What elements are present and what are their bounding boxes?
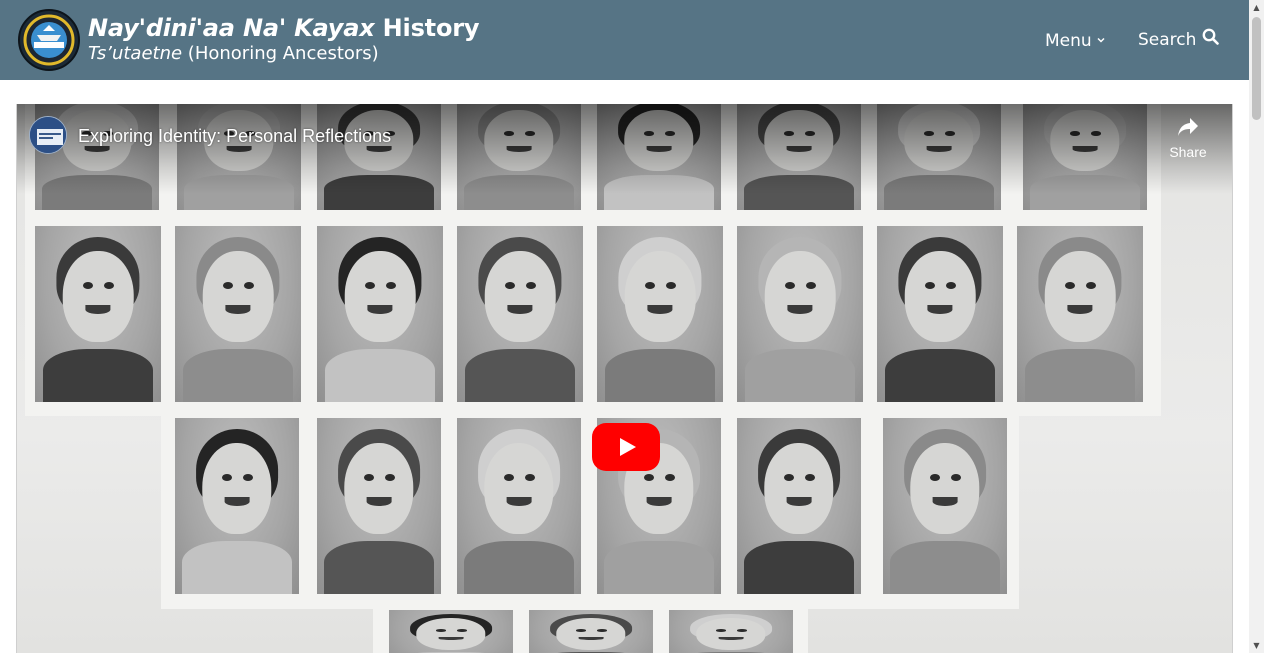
page-scrollbar[interactable]: ▲ ▼ [1249,0,1264,653]
play-icon [620,438,636,456]
scroll-up-arrow-icon[interactable]: ▲ [1249,0,1264,15]
student-portrait [389,610,513,653]
site-brand[interactable]: Nay'dini'aa Na' Kayax History Ts’utaetne… [88,12,480,66]
student-portrait [737,418,861,594]
share-button[interactable]: Share [1164,116,1212,161]
student-portrait [669,610,793,653]
student-portrait [457,226,583,402]
site-subtitle-native: Ts’utaetne [88,43,183,64]
student-portrait [1017,226,1143,402]
student-portrait [35,226,161,402]
menu-dropdown-button[interactable]: Menu [1045,28,1106,53]
student-portrait [877,226,1003,402]
play-button[interactable] [592,423,660,471]
video-top-overlay [17,104,1232,194]
student-portrait [317,418,441,594]
site-title-native: Nay'dini'aa Na' Kayax [88,14,375,42]
site-header: Nay'dini'aa Na' Kayax History Ts’utaetne… [0,0,1249,80]
search-icon [1202,28,1220,51]
site-subtitle-english: (Honoring Ancestors) [182,43,379,64]
share-label: Share [1169,144,1207,160]
chevron-down-icon [1096,31,1106,53]
student-portrait [529,610,653,653]
search-label: Search [1138,29,1197,50]
scroll-down-arrow-icon[interactable]: ▼ [1249,638,1264,653]
student-portrait [597,226,723,402]
student-portrait [737,226,863,402]
site-logo[interactable] [18,9,80,71]
site-subtitle: Ts’utaetne (Honoring Ancestors) [88,42,479,66]
site-title-history: History [374,14,480,42]
student-portrait [175,418,299,594]
student-portrait [457,418,581,594]
site-title: Nay'dini'aa Na' Kayax History [88,12,480,44]
video-player[interactable]: Exploring Identity: Personal Reflections… [16,104,1233,653]
menu-label: Menu [1045,30,1092,51]
student-portrait [175,226,301,402]
channel-avatar[interactable] [29,116,67,154]
share-icon [1176,118,1200,142]
video-title[interactable]: Exploring Identity: Personal Reflections [78,124,391,148]
search-button[interactable]: Search [1138,28,1220,51]
student-portrait [883,418,1007,594]
student-portrait [317,226,443,402]
scroll-thumb[interactable] [1252,17,1261,120]
